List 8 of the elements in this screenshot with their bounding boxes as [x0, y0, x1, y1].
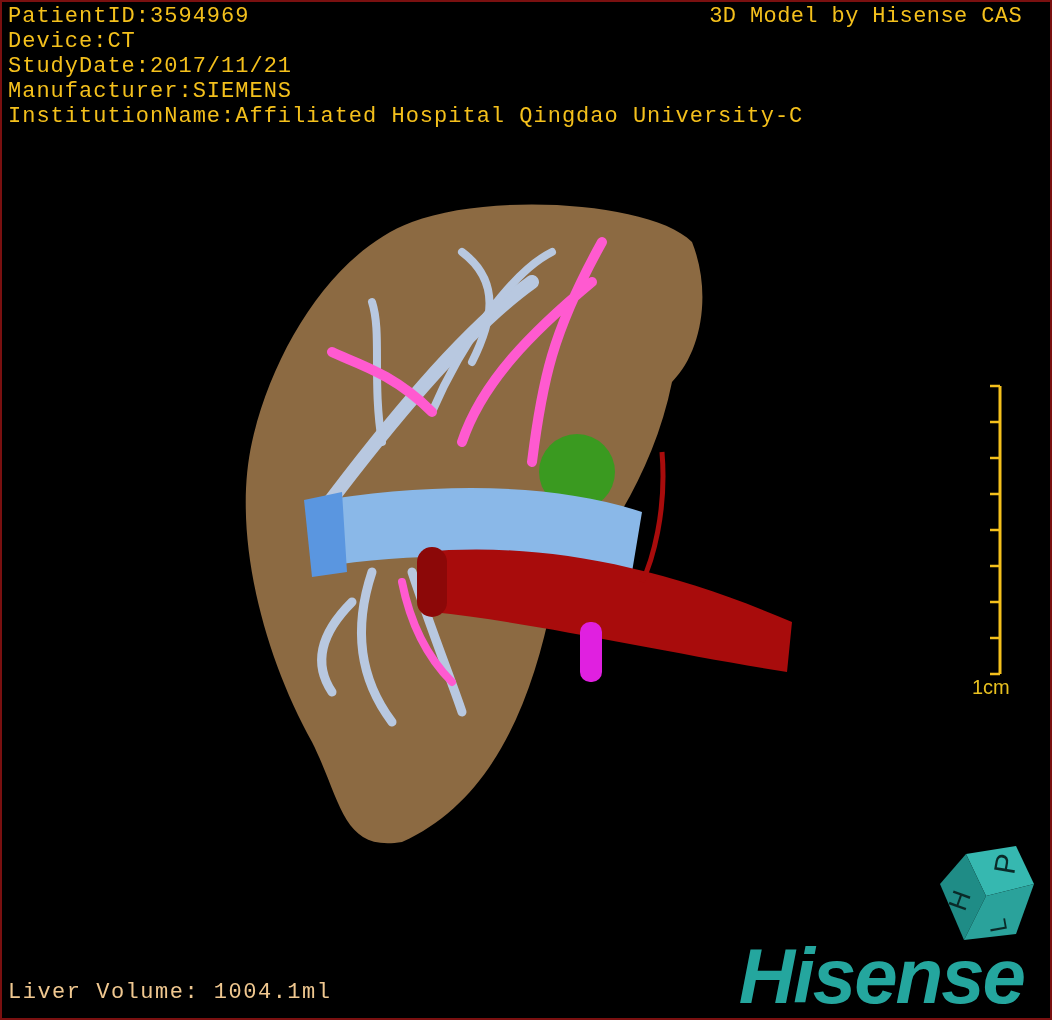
info-text: Device:CT: [8, 29, 136, 54]
info-text: PatientID:3594969: [8, 4, 250, 29]
credit-text: 3D Model by Hisense CAS: [709, 4, 1022, 29]
liver-volume-text: Liver Volume: 1004.1ml: [8, 980, 332, 1005]
info-text: StudyDate:2017/11/21: [8, 54, 293, 79]
info-text: InstitutionName:Affiliated Hospital Qingdao University-C: [8, 104, 804, 129]
info-text: Manufacturer:SIEMENS: [8, 79, 293, 104]
scale-label: 1cm: [972, 676, 1010, 699]
